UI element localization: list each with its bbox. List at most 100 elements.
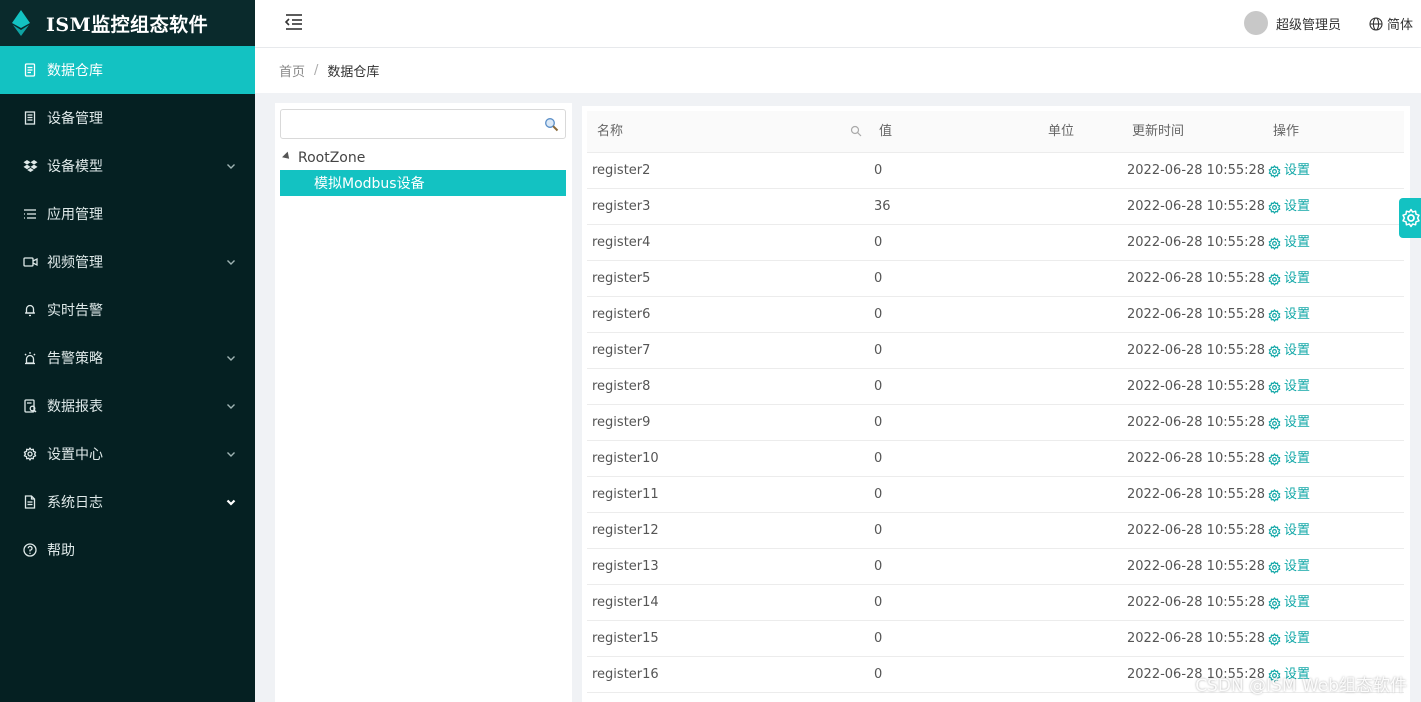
cell-updated: 2022-06-28 10:55:28 xyxy=(1127,343,1266,358)
sidebar-item-6[interactable]: 告警策略 xyxy=(0,334,255,382)
language-label: 简体 xyxy=(1386,18,1413,33)
chevron-down-icon xyxy=(227,356,235,361)
setting-button[interactable]: 设置 xyxy=(1268,153,1310,189)
setting-icon xyxy=(1268,560,1281,574)
table-row: register13 0 2022-06-28 10:55:28 设置 xyxy=(587,549,1404,585)
setting-icon xyxy=(1268,488,1281,502)
sidebar-item-5[interactable]: 实时告警 xyxy=(0,286,255,334)
setting-button[interactable]: 设置 xyxy=(1268,405,1310,441)
cell-name: register2 xyxy=(592,163,651,178)
cell-value: 0 xyxy=(874,631,883,646)
menu-fold-icon[interactable] xyxy=(284,12,304,32)
setting-icon xyxy=(1268,164,1281,178)
tree-node-root[interactable]: RootZone xyxy=(282,148,366,168)
setting-label: 设置 xyxy=(1284,379,1311,394)
sidebar-item-10[interactable]: 帮助 xyxy=(0,526,255,574)
cell-name: register9 xyxy=(592,415,651,430)
sidebar-item-8[interactable]: 设置中心 xyxy=(0,430,255,478)
cell-value: 0 xyxy=(874,415,883,430)
cell-name: register15 xyxy=(592,631,659,646)
cell-name: register6 xyxy=(592,307,651,322)
setting-icon xyxy=(1268,236,1281,250)
setting-button[interactable]: 设置 xyxy=(1268,441,1310,477)
column-header-name: 名称 xyxy=(597,124,624,139)
tree-root-label: RootZone xyxy=(298,150,366,166)
setting-label: 设置 xyxy=(1284,235,1311,250)
setting-icon xyxy=(1268,380,1281,394)
chevron-down-icon xyxy=(227,260,235,265)
setting-button[interactable]: 设置 xyxy=(1268,261,1310,297)
breadcrumb-home[interactable]: 首页 xyxy=(279,61,305,80)
table-row: register5 0 2022-06-28 10:55:28 设置 xyxy=(587,261,1404,297)
column-header-unit: 单位 xyxy=(1048,124,1075,139)
setting-button[interactable]: 设置 xyxy=(1268,585,1310,621)
language-switch[interactable]: 简体 xyxy=(1369,14,1413,33)
setting-icon xyxy=(1268,632,1281,646)
cell-value: 0 xyxy=(874,235,883,250)
cell-value: 0 xyxy=(874,559,883,574)
tree-node-label: 模拟Modbus设备 xyxy=(314,176,425,192)
sidebar-item-9[interactable]: 系统日志 xyxy=(0,478,255,526)
theme-settings-button[interactable] xyxy=(1399,198,1421,238)
table-row: register3 36 2022-06-28 10:55:28 设置 xyxy=(587,189,1404,225)
caret-down-icon[interactable] xyxy=(282,151,292,162)
app-title: ISM监控组态软件 xyxy=(46,13,209,36)
breadcrumb-current: 数据仓库 xyxy=(327,65,380,80)
table-row: register12 0 2022-06-28 10:55:28 设置 xyxy=(587,513,1404,549)
cell-updated: 2022-06-28 10:55:28 xyxy=(1127,235,1266,250)
dropbox-icon xyxy=(22,158,38,174)
cell-updated: 2022-06-28 10:55:28 xyxy=(1127,199,1266,214)
sidebar-item-4[interactable]: 视频管理 xyxy=(0,238,255,286)
setting-icon xyxy=(1268,344,1281,358)
setting-button[interactable]: 设置 xyxy=(1268,477,1310,513)
tree-search-box xyxy=(280,109,566,139)
table-row: register10 0 2022-06-28 10:55:28 设置 xyxy=(587,441,1404,477)
tree-node-selected[interactable]: 模拟Modbus设备 xyxy=(280,170,566,196)
setting-label: 设置 xyxy=(1284,559,1311,574)
cell-value: 0 xyxy=(874,271,883,286)
setting-label: 设置 xyxy=(1284,595,1311,610)
cell-name: register5 xyxy=(592,271,651,286)
setting-label: 设置 xyxy=(1284,451,1311,466)
cell-name: register12 xyxy=(592,523,659,538)
setting-button[interactable]: 设置 xyxy=(1268,297,1310,333)
alarm-icon xyxy=(22,350,38,366)
setting-button[interactable]: 设置 xyxy=(1268,225,1310,261)
sidebar-item-0[interactable]: 数据仓库 xyxy=(0,46,255,94)
setting-button[interactable]: 设置 xyxy=(1268,513,1310,549)
cell-value: 0 xyxy=(874,163,883,178)
sidebar-item-label: 数据仓库 xyxy=(47,63,103,79)
setting-label: 设置 xyxy=(1284,307,1311,322)
setting-label: 设置 xyxy=(1284,631,1311,646)
tree-search-input[interactable] xyxy=(281,110,531,138)
sidebar-item-1[interactable]: 设备管理 xyxy=(0,94,255,142)
sidebar-item-7[interactable]: 数据报表 xyxy=(0,382,255,430)
setting-button[interactable]: 设置 xyxy=(1268,333,1310,369)
sidebar-item-2[interactable]: 设备模型 xyxy=(0,142,255,190)
table-row: register11 0 2022-06-28 10:55:28 设置 xyxy=(587,477,1404,513)
table-row: register14 0 2022-06-28 10:55:28 设置 xyxy=(587,585,1404,621)
setting-label: 设置 xyxy=(1284,343,1311,358)
chevron-down-icon xyxy=(226,499,236,506)
column-search-icon[interactable] xyxy=(850,125,862,137)
diamond-logo-icon xyxy=(12,10,30,36)
setting-button[interactable]: 设置 xyxy=(1268,549,1310,585)
search-icon[interactable] xyxy=(544,117,559,132)
sidebar-item-3[interactable]: 应用管理 xyxy=(0,190,255,238)
setting-button[interactable]: 设置 xyxy=(1268,189,1310,225)
cell-value: 0 xyxy=(874,667,883,682)
globe-icon xyxy=(1369,16,1383,31)
setting-button[interactable]: 设置 xyxy=(1268,369,1310,405)
cell-updated: 2022-06-28 10:55:28 xyxy=(1127,559,1266,574)
setting-button[interactable]: 设置 xyxy=(1268,621,1310,657)
cell-value: 0 xyxy=(874,523,883,538)
cell-value: 0 xyxy=(874,379,883,394)
cell-updated: 2022-06-28 10:55:28 xyxy=(1127,379,1266,394)
cell-updated: 2022-06-28 10:55:28 xyxy=(1127,631,1266,646)
sidebar-menu: 数据仓库设备管理 设备模型 应用管理视频管理实时告警 告警策略 数据报表 设置中心 系统日志… xyxy=(0,46,255,574)
table-header: 名称 值 单位 更新时间 操作 xyxy=(587,111,1404,153)
cell-updated: 2022-06-28 10:55:28 xyxy=(1127,451,1266,466)
sidebar-item-label: 视频管理 xyxy=(47,255,103,271)
user-menu[interactable]: 超级管理员 xyxy=(1243,11,1341,35)
table-row: register4 0 2022-06-28 10:55:28 设置 xyxy=(587,225,1404,261)
